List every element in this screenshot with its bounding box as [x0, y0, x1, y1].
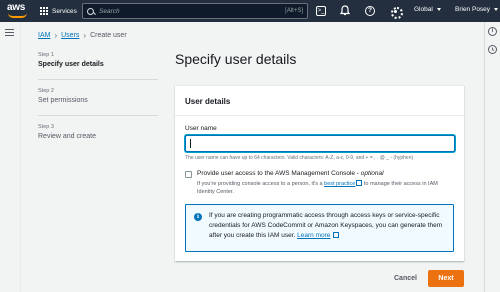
step-1: Step 1 Specify user details [38, 52, 158, 68]
info-alert-text: If you are creating programmatic access … [209, 212, 443, 239]
step-number: Step 1 [38, 52, 54, 58]
step-name: Review and create [38, 133, 96, 140]
info-panel-icon[interactable]: i [488, 27, 497, 36]
text-cursor [190, 139, 191, 148]
chevron-down-icon [436, 8, 441, 11]
external-link-icon [333, 232, 340, 238]
user-details-panel: User details User name The user name can… [175, 85, 464, 261]
chevron-right-icon: › [54, 31, 58, 40]
grid-icon [40, 7, 48, 15]
help-icon[interactable]: ? [365, 6, 375, 16]
region-selector[interactable]: Global [414, 6, 441, 13]
best-practice-link[interactable]: best practice [324, 181, 355, 187]
username-label: User name [185, 125, 217, 132]
panel-divider [175, 115, 464, 116]
panel-title: User details [185, 97, 231, 106]
console-access-description: If you're providing console access to a … [197, 180, 438, 195]
console-access-label[interactable]: Provide user access to the AWS Managemen… [197, 170, 384, 177]
learn-more-link[interactable]: Learn more [297, 232, 330, 239]
account-menu[interactable]: Brien Posey [455, 6, 499, 13]
aws-smile-mark [8, 13, 27, 18]
bell-icon[interactable] [339, 5, 351, 17]
user-label: Brien Posey [455, 6, 491, 13]
step-name: Set permissions [38, 97, 88, 104]
info-icon: i [194, 213, 202, 221]
gear-icon[interactable] [389, 5, 403, 19]
breadcrumb: IAM › Users › Create user [38, 31, 127, 40]
cloudshell-icon[interactable]: >_ [316, 6, 326, 16]
page-title: Specify user details [175, 51, 297, 67]
breadcrumb-users[interactable]: Users [61, 32, 79, 39]
top-navigation-bar: aws Services Search [Alt+S] >_ ? Global … [0, 0, 500, 22]
search-icon [87, 7, 94, 15]
step-divider [38, 79, 158, 80]
username-input[interactable] [185, 135, 455, 152]
search-shortcut-hint: [Alt+S] [285, 8, 303, 14]
step-3[interactable]: Step 3 Review and create [38, 124, 158, 140]
info-alert: i If you are creating programmatic acces… [185, 204, 454, 252]
search-input[interactable]: Search [99, 8, 285, 15]
left-divider [20, 22, 21, 292]
region-label: Global [414, 6, 433, 13]
cancel-button[interactable]: Cancel [386, 270, 425, 287]
breadcrumb-current: Create user [90, 32, 127, 39]
step-number: Step 3 [38, 124, 54, 130]
console-access-checkbox[interactable] [185, 171, 192, 178]
username-hint: The user name can have up to 64 characte… [185, 155, 414, 161]
step-name: Specify user details [38, 61, 104, 68]
aws-logo[interactable]: aws [7, 3, 29, 19]
clock-icon[interactable] [488, 45, 497, 54]
search-bar[interactable]: Search [Alt+S] [82, 3, 308, 19]
chevron-down-icon [494, 8, 499, 11]
services-label: Services [52, 7, 77, 15]
menu-icon[interactable] [5, 29, 14, 36]
step-number: Step 2 [38, 88, 54, 94]
next-button[interactable]: Next [428, 270, 464, 287]
chevron-right-icon: › [83, 31, 87, 40]
services-menu-button[interactable]: Services [40, 4, 77, 18]
step-2[interactable]: Step 2 Set permissions [38, 88, 158, 104]
breadcrumb-iam[interactable]: IAM [38, 32, 50, 39]
step-divider [38, 115, 158, 116]
external-link-icon [356, 180, 363, 186]
right-divider [484, 22, 485, 292]
